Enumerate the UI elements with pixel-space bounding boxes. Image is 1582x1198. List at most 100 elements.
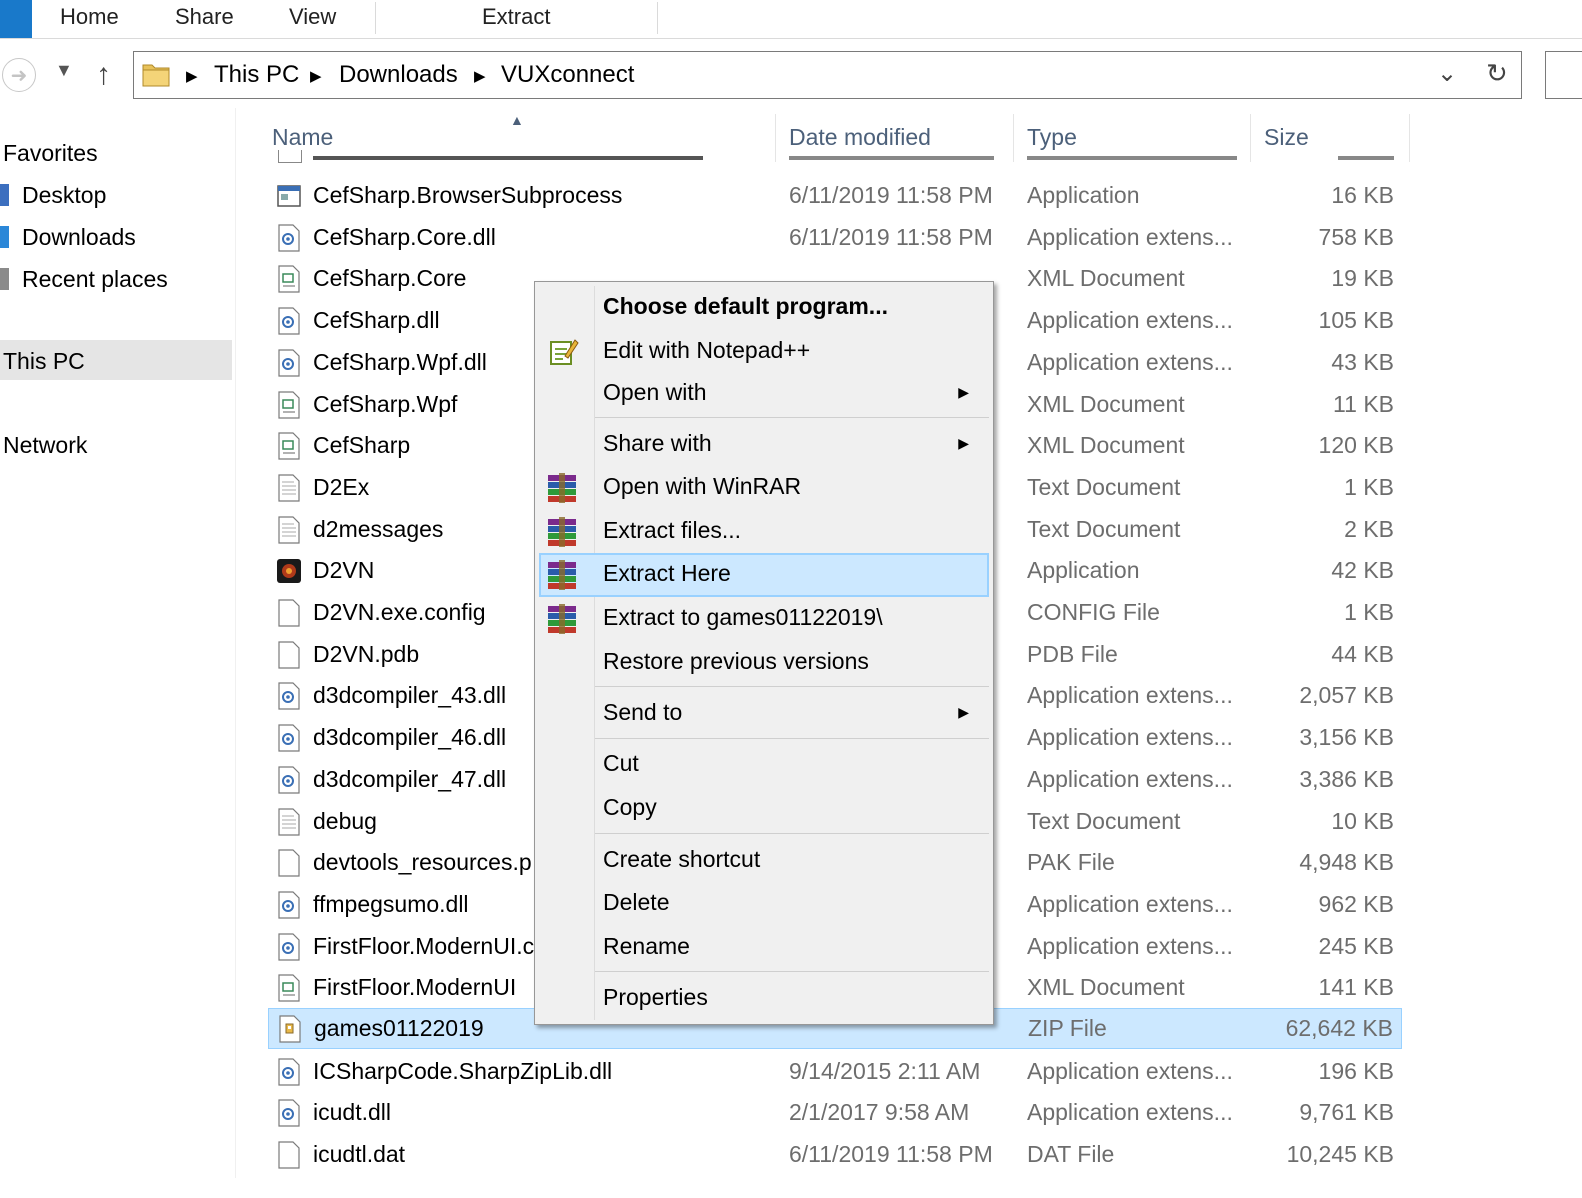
dll-icon [278, 307, 300, 335]
recent-locations-chevron-icon[interactable]: ▼ [55, 60, 73, 81]
text-icon [278, 516, 300, 544]
menu-item-label: Cut [603, 750, 639, 776]
table-row[interactable]: ICSharpCode.SharpZipLib.dll 9/14/2015 2:1… [268, 1052, 1402, 1093]
breadcrumb-this-pc[interactable]: This PC [214, 61, 299, 89]
table-row[interactable]: icudt.dll 2/1/2017 9:58 AM Application ext… [268, 1093, 1402, 1134]
file-type: DAT File [1027, 1141, 1115, 1167]
menu-item-create-shortcut[interactable]: Create shortcut [539, 839, 989, 883]
menu-item-open-with[interactable]: Open with ▶ [539, 372, 989, 416]
nav-downloads[interactable]: Downloads [22, 224, 136, 251]
dll-icon [278, 891, 300, 919]
column-header-name[interactable]: Name [272, 124, 333, 151]
nav-recent-places[interactable]: Recent places [22, 266, 168, 293]
file-name: D2VN.pdb [313, 641, 420, 667]
address-bar[interactable]: ▶ This PC ▶ Downloads ▶ VUXconnect ⌄ ↻ [133, 51, 1522, 99]
file-name: devtools_resources.p [313, 849, 532, 875]
menu-item-extract-files[interactable]: Extract files... [539, 510, 989, 554]
search-input[interactable] [1545, 51, 1582, 99]
winrar-icon [548, 560, 576, 590]
up-arrow-icon[interactable]: ↑ [96, 58, 111, 92]
file-size: 758 KB [1318, 224, 1394, 250]
file-size: 9,761 KB [1299, 1099, 1394, 1125]
menu-item-rename[interactable]: Rename [539, 926, 989, 970]
clipped-date [789, 156, 994, 160]
breadcrumb-separator-icon[interactable]: ▶ [474, 67, 486, 85]
menu-item-cut[interactable]: Cut [539, 743, 989, 787]
table-row[interactable]: CefSharp.Core.dll 6/11/2019 11:58 PM Appli… [268, 218, 1402, 259]
menu-item-label: Extract files... [603, 517, 742, 543]
file-type: Application [1027, 182, 1140, 208]
menu-item-delete[interactable]: Delete [539, 882, 989, 926]
file-name: D2Ex [313, 474, 370, 500]
menu-item-extract-to-folder[interactable]: Extract to games01122019\ [539, 597, 989, 641]
file-type: Application extens... [1027, 724, 1233, 750]
menu-item-open-with-winrar[interactable]: Open with WinRAR [539, 466, 989, 510]
menu-item-choose-default-program[interactable]: Choose default program... [539, 286, 989, 330]
winrar-icon [548, 517, 576, 547]
file-name: FirstFloor.ModernUI [313, 974, 517, 1000]
nav-network[interactable]: Network [3, 432, 87, 459]
dll-icon [278, 1058, 300, 1086]
menu-item-label: Create shortcut [603, 846, 761, 872]
clipped-filename [313, 156, 703, 160]
menu-item-copy[interactable]: Copy [539, 787, 989, 831]
nav-this-pc[interactable]: This PC [3, 348, 85, 375]
menu-item-label: Send to [603, 699, 683, 725]
menu-item-restore-previous-versions[interactable]: Restore previous versions [539, 641, 989, 685]
table-row-partial[interactable] [268, 150, 1402, 166]
file-name: d3dcompiler_47.dll [313, 766, 507, 792]
nav-favorites[interactable]: Favorites [3, 140, 98, 167]
dll-icon [278, 682, 300, 710]
file-size: 120 KB [1318, 432, 1394, 458]
dll-icon [278, 1099, 300, 1127]
blank-file-icon [278, 641, 300, 669]
column-header-size[interactable]: Size [1264, 124, 1309, 151]
tab-extract[interactable]: Extract [482, 4, 550, 30]
column-header-type[interactable]: Type [1027, 124, 1077, 151]
xml-icon [278, 432, 300, 460]
file-name: D2VN [313, 557, 375, 583]
tab-home[interactable]: Home [60, 4, 119, 30]
ribbon-divider [375, 2, 376, 34]
menu-item-edit-with-notepad[interactable]: Edit with Notepad++ [539, 330, 989, 374]
dll-icon [278, 766, 300, 794]
menu-item-share-with[interactable]: Share with ▶ [539, 423, 989, 467]
menu-item-label: Edit with Notepad++ [603, 337, 811, 363]
breadcrumb-vuxconnect[interactable]: VUXconnect [501, 61, 634, 89]
file-size: 44 KB [1331, 641, 1394, 667]
breadcrumb-separator-icon[interactable]: ▶ [310, 67, 322, 85]
breadcrumb-separator-icon[interactable]: ▶ [186, 67, 198, 85]
context-menu: Choose default program... Edit with Note… [534, 281, 994, 1025]
menu-separator [595, 417, 989, 418]
breadcrumb-downloads[interactable]: Downloads [339, 61, 458, 89]
dll-icon [278, 724, 300, 752]
address-history-chevron-icon[interactable]: ⌄ [1437, 59, 1457, 88]
menu-item-properties[interactable]: Properties [539, 977, 989, 1021]
table-row[interactable]: CefSharp.BrowserSubprocess 6/11/2019 11:5… [268, 176, 1402, 217]
file-type: Application extens... [1027, 766, 1233, 792]
file-tab[interactable] [0, 0, 32, 38]
nav-desktop[interactable]: Desktop [22, 182, 106, 209]
file-name: CefSharp.BrowserSubprocess [313, 182, 623, 208]
file-type: Application extens... [1027, 349, 1233, 375]
file-name: d3dcompiler_43.dll [313, 682, 507, 708]
menu-item-send-to[interactable]: Send to ▶ [539, 692, 989, 736]
menu-item-label: Restore previous versions [603, 648, 869, 674]
column-divider[interactable] [1409, 114, 1410, 162]
table-row[interactable]: icudtl.dat 6/11/2019 11:58 PM DAT File 10,2… [268, 1135, 1402, 1176]
back-arrow-icon[interactable]: ➜ [2, 58, 36, 92]
column-header-date[interactable]: Date modified [789, 124, 931, 151]
file-size: 196 KB [1318, 1058, 1394, 1084]
file-type: Application extens... [1027, 933, 1233, 959]
tab-view[interactable]: View [289, 4, 336, 30]
pane-divider[interactable] [235, 108, 236, 1178]
file-name: d2messages [313, 516, 444, 542]
menu-item-extract-here[interactable]: Extract Here [539, 553, 989, 597]
file-type: XML Document [1027, 391, 1185, 417]
file-size: 43 KB [1331, 349, 1394, 375]
file-name: CefSharp.Wpf.dll [313, 349, 487, 375]
file-size: 2,057 KB [1299, 682, 1394, 708]
refresh-icon[interactable]: ↻ [1486, 58, 1508, 89]
tab-share[interactable]: Share [175, 4, 234, 30]
file-name: d3dcompiler_46.dll [313, 724, 507, 750]
